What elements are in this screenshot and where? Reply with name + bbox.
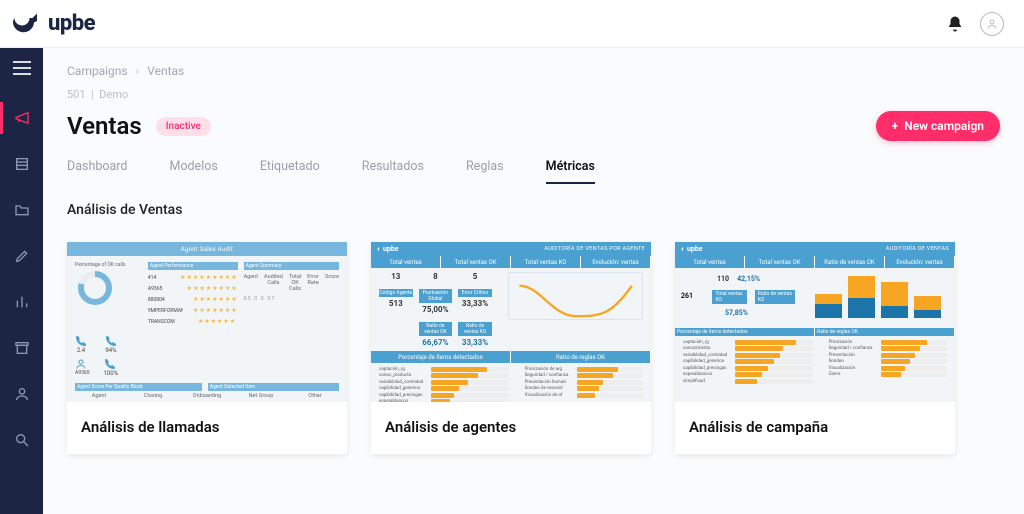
- thumb2-brand: ◐ upbe AUDITORÍA DE VENTAS POR AGENTE: [371, 242, 651, 256]
- status-badge: Inactive: [156, 117, 211, 136]
- topbar-actions: [946, 12, 1004, 36]
- t2-ec-c: Error Crítico: [458, 289, 492, 297]
- card-thumb-2: ◐ upbe AUDITORÍA DE VENTAS POR AGENTE To…: [371, 242, 651, 402]
- t2-pg: 75,00%: [419, 305, 453, 314]
- sidebar-item-folder[interactable]: [0, 194, 43, 226]
- t2-ca: 513: [379, 299, 413, 308]
- t3-capa: Total ventas KO: [712, 290, 746, 304]
- cards-row: Agent Sales Audit Percentage of OK calls…: [67, 242, 1000, 454]
- card-title-2: Análisis de agentes: [371, 402, 651, 454]
- meta-id: 501: [67, 88, 86, 101]
- t2-ca-c: Código Agente: [379, 289, 413, 297]
- thumb3-brand: ◐ upbe AUDITORÍA DE VENTAS: [675, 242, 955, 256]
- t1-br: Agent Detected Item: [208, 383, 339, 391]
- user-avatar[interactable]: [980, 12, 1004, 36]
- sidebar-toggle[interactable]: [0, 48, 43, 88]
- sidebar-item-users[interactable]: [0, 378, 43, 410]
- t3-capb: Ratio de ventas KO: [755, 290, 795, 304]
- sidebar-item-search[interactable]: [0, 424, 43, 456]
- phone-icon: [104, 358, 116, 370]
- tabs: Dashboard Modelos Etiquetado Resultados …: [67, 159, 1000, 184]
- sidebar-item-list[interactable]: [0, 148, 43, 180]
- user-icon: [75, 358, 87, 370]
- phone-icon: [105, 335, 117, 347]
- breadcrumb: Campaigns › Ventas: [67, 64, 1000, 78]
- card-title-1: Análisis de llamadas: [67, 402, 347, 454]
- t2-ec: 33,33%: [458, 299, 492, 308]
- thumb1-perf-cap: Agent Performance: [148, 262, 238, 270]
- card-analisis-agentes[interactable]: ◐ upbe AUDITORÍA DE VENTAS POR AGENTE To…: [371, 242, 651, 454]
- meta-line: 501 | Demo: [67, 88, 1000, 101]
- main-content: Campaigns › Ventas 501 | Demo Ventas Ina…: [43, 48, 1024, 514]
- t3-k1: 261: [681, 292, 704, 300]
- meta-env: Demo: [99, 88, 128, 101]
- t1-kpi1: 94%: [105, 347, 117, 354]
- breadcrumb-current: Ventas: [147, 64, 184, 78]
- brand-name: upbe: [48, 11, 95, 36]
- brand[interactable]: upbe: [10, 11, 95, 36]
- thumb1-header: Agent Sales Audit: [67, 242, 347, 256]
- new-campaign-label: New campaign: [904, 119, 984, 133]
- card-analisis-llamadas[interactable]: Agent Sales Audit Percentage of OK calls…: [67, 242, 347, 454]
- line-chart-icon: [508, 272, 643, 320]
- t3-v3: 57,85%: [725, 309, 748, 317]
- tab-etiquetado[interactable]: Etiquetado: [260, 159, 320, 184]
- chevron-right-icon: ›: [136, 64, 140, 78]
- sidebar-item-edit[interactable]: [0, 240, 43, 272]
- sidebar: [0, 48, 43, 514]
- topbar: upbe: [0, 0, 1024, 48]
- t3-v1: 110: [717, 275, 729, 283]
- card-thumb-1: Agent Sales Audit Percentage of OK calls…: [67, 242, 347, 402]
- thumb1-sum-cap: Agent Summary: [244, 262, 339, 270]
- donut-icon: [75, 268, 115, 308]
- stacked-bar-chart-icon: [807, 272, 949, 324]
- t2-rvko: 33,33%: [458, 338, 492, 347]
- card-analisis-campana[interactable]: ◐ upbe AUDITORÍA DE VENTAS Total ventasT…: [675, 242, 955, 454]
- brand-logo-icon: [10, 12, 40, 36]
- t2-m2: 8: [419, 272, 453, 281]
- t1-kpi0: 2.4: [75, 347, 87, 354]
- tab-metricas[interactable]: Métricas: [546, 159, 595, 184]
- breadcrumb-root[interactable]: Campaigns: [67, 64, 128, 78]
- t2-rvok: 66,67%: [419, 338, 453, 347]
- t2-m3: 5: [458, 272, 492, 281]
- sidebar-item-campaigns[interactable]: [0, 102, 43, 134]
- tab-resultados[interactable]: Resultados: [362, 159, 424, 184]
- page-title: Ventas: [67, 112, 142, 140]
- notifications-icon[interactable]: [946, 15, 964, 33]
- thumb1-left-caption: Percentage of OK calls: [75, 262, 142, 268]
- t2-rvok-c: Ratio de ventas OK: [419, 322, 453, 336]
- phone-icon: [75, 335, 87, 347]
- tab-dashboard[interactable]: Dashboard: [67, 159, 127, 184]
- tab-reglas[interactable]: Reglas: [466, 159, 504, 184]
- t2-rvko-c: Ratio de ventas KO: [458, 322, 492, 336]
- tab-modelos[interactable]: Modelos: [169, 159, 217, 184]
- t1-bl: Agent Score Per Quality Block: [75, 383, 202, 391]
- new-campaign-button[interactable]: + New campaign: [876, 111, 1000, 141]
- t2-m1: 13: [379, 272, 413, 281]
- t3-v2: 42,15%: [737, 275, 760, 283]
- section-title: Análisis de Ventas: [67, 202, 1000, 218]
- sidebar-item-archive[interactable]: [0, 332, 43, 364]
- sidebar-item-stats[interactable]: [0, 286, 43, 318]
- t2-pg-c: Puntuación Global: [419, 289, 453, 303]
- card-thumb-3: ◐ upbe AUDITORÍA DE VENTAS Total ventasT…: [675, 242, 955, 402]
- t1-kpi3: 100%: [104, 370, 119, 377]
- plus-icon: +: [892, 119, 899, 133]
- card-title-3: Análisis de campaña: [675, 402, 955, 454]
- t1-kpi2: A9365: [75, 370, 90, 376]
